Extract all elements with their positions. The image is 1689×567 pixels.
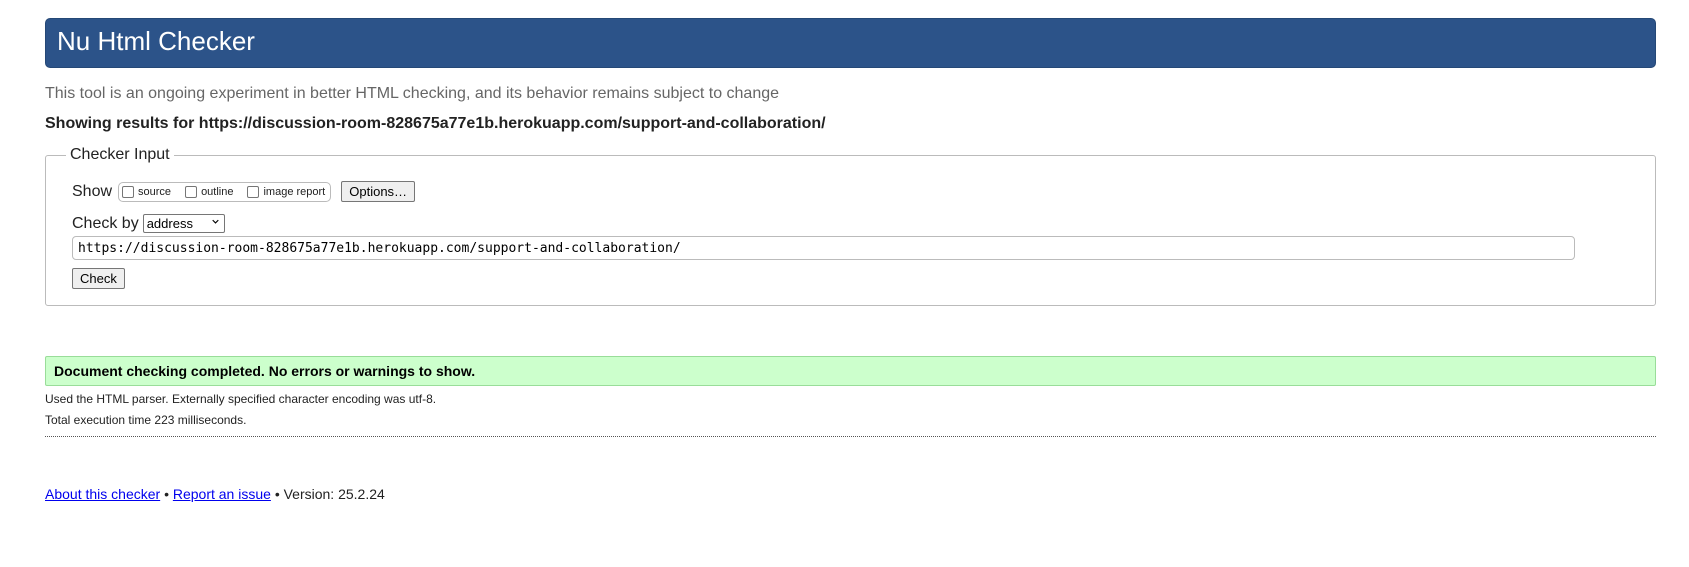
chevron-down-icon <box>212 219 219 224</box>
image-report-checkbox-label: image report <box>263 185 326 198</box>
show-image-report-option[interactable]: image report <box>247 185 326 198</box>
outline-checkbox-label: outline <box>201 185 234 198</box>
checker-input-legend: Checker Input <box>70 146 170 163</box>
success-message: Document checking completed. No errors o… <box>45 356 1656 386</box>
version-text: Version: 25.2.24 <box>283 486 385 502</box>
source-checkbox[interactable] <box>122 185 135 198</box>
tagline: This tool is an ongoing experiment in be… <box>45 85 780 102</box>
show-outline-option[interactable]: outline <box>185 185 234 198</box>
check-by-select[interactable]: address <box>142 214 225 233</box>
show-row: Show source outline image report Options… <box>72 181 416 202</box>
divider <box>45 436 1656 437</box>
footer-separator: • <box>274 486 280 502</box>
options-button[interactable]: Options… <box>341 181 416 202</box>
check-by-row: Check by address <box>72 214 225 233</box>
parser-info: Used the HTML parser. Externally specifi… <box>45 392 437 406</box>
about-checker-link[interactable]: About this checker <box>45 486 160 502</box>
report-issue-link[interactable]: Report an issue <box>173 486 271 502</box>
execution-time: Total execution time 223 milliseconds. <box>45 413 247 427</box>
results-heading: Showing results for https://discussion-r… <box>45 115 826 132</box>
source-checkbox-label: source <box>138 185 172 198</box>
checker-input-fieldset: Checker Input <box>45 146 1656 306</box>
page-header: Nu Html Checker <box>45 18 1656 68</box>
footer: About this checker • Report an issue • V… <box>45 486 385 502</box>
url-input[interactable]: https://discussion-room-828675a77e1b.her… <box>72 236 1575 260</box>
check-button[interactable]: Check <box>72 268 125 289</box>
footer-separator: • <box>164 486 169 502</box>
check-by-label: Check by <box>72 214 139 232</box>
outline-checkbox[interactable] <box>185 185 198 198</box>
image-report-checkbox[interactable] <box>247 185 260 198</box>
show-options-group: source outline image report <box>118 181 332 202</box>
check-by-selected-value: address <box>146 216 193 231</box>
show-label: Show <box>72 182 113 200</box>
show-source-option[interactable]: source <box>122 185 172 198</box>
url-input-value: https://discussion-room-828675a77e1b.her… <box>78 240 681 256</box>
page-title: Nu Html Checker <box>57 26 255 56</box>
